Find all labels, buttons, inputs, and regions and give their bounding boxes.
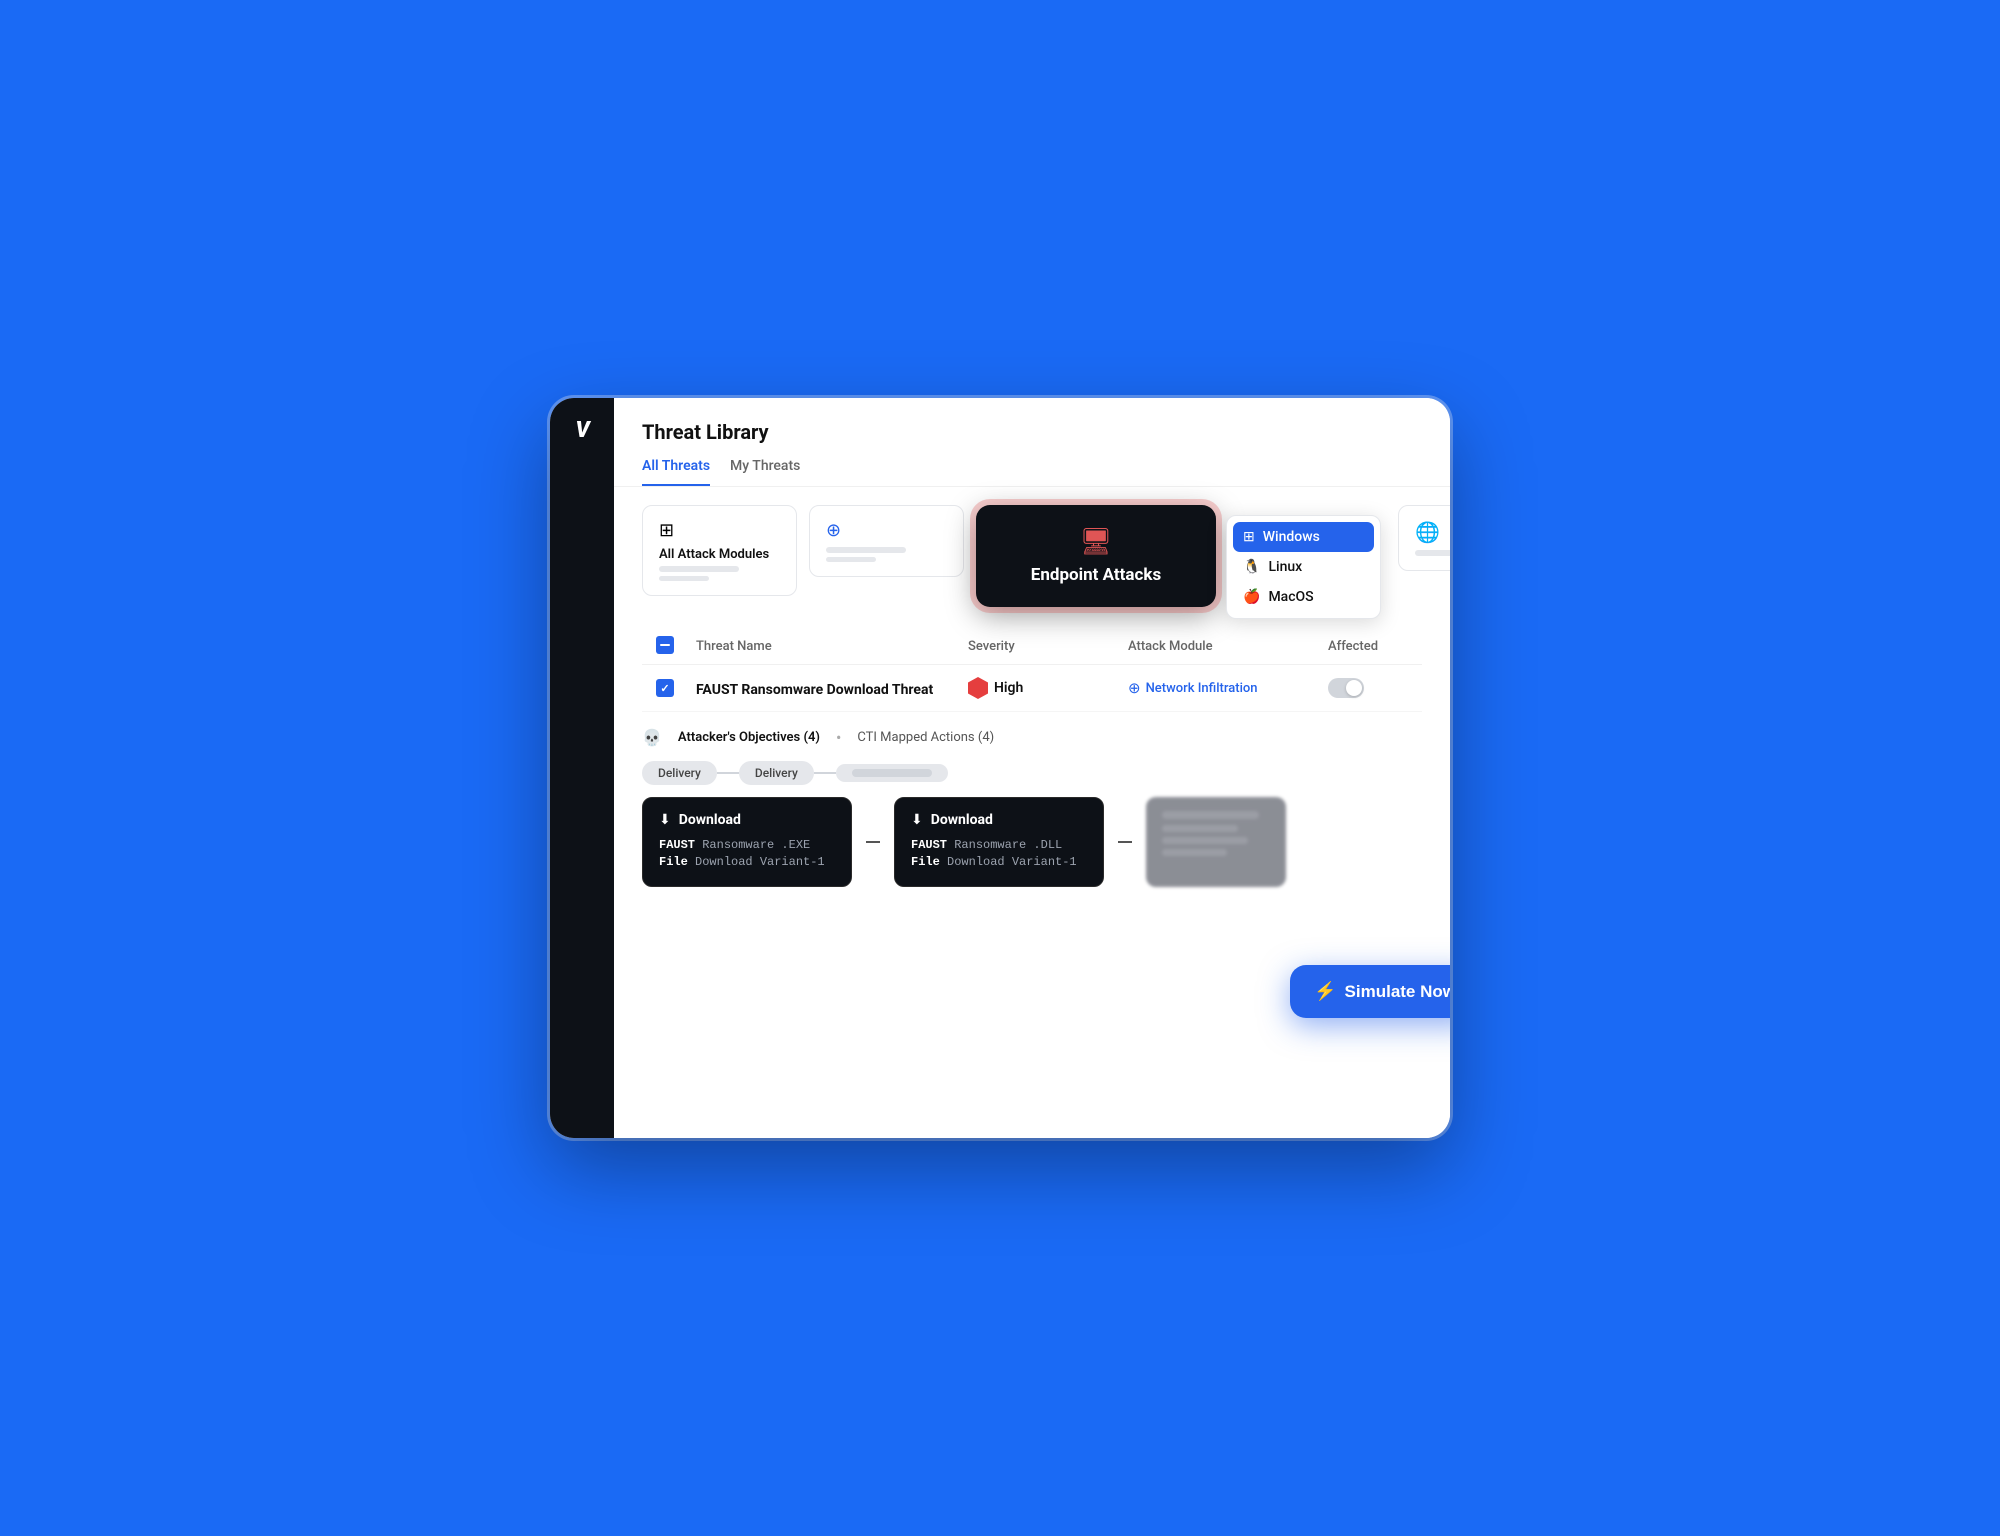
checkmark-icon: ✓ — [660, 682, 669, 695]
simulate-now-button[interactable]: ⚡ Simulate Now — [1290, 965, 1450, 1018]
download-line-2-2: File Download Variant-1 — [911, 855, 1087, 869]
page-header: Threat Library All Threats My Threats — [614, 398, 1450, 487]
cti-text: CTI Mapped Actions (4) — [857, 730, 994, 745]
endpoint-card-wrap: 🖥 Endpoint Attacks ⊞ Windows 🐧 Linux 🍎 — [976, 505, 1216, 607]
filter-card-globe[interactable]: 🌐 — [1398, 505, 1450, 571]
tab-my-threats[interactable]: My Threats — [730, 458, 800, 486]
card-sub-line — [659, 566, 739, 572]
skull-icon: 💀 — [642, 728, 662, 747]
severity-text: High — [994, 680, 1023, 696]
delivery-tag-1: Delivery — [642, 761, 717, 785]
download-card-3-blurred — [1146, 797, 1286, 887]
connector-line-2 — [1118, 841, 1132, 843]
threat-name-cell: FAUST Ransomware Download Threat — [696, 682, 933, 698]
table-row[interactable]: ✓ FAUST Ransomware Download Threat High … — [642, 665, 1422, 712]
download-card-1-header: ⬇ Download — [659, 812, 835, 828]
col-attack-module: Attack Module — [1128, 639, 1213, 654]
apple-icon: 🍎 — [1243, 589, 1260, 605]
download-line-1-2: File Download Variant-1 — [659, 855, 835, 869]
simulate-now-label: Simulate Now — [1345, 982, 1450, 1002]
checkbox-dash — [660, 644, 670, 646]
os-dropdown: ⊞ Windows 🐧 Linux 🍎 MacOS — [1226, 515, 1381, 619]
card-sub-line2 — [659, 576, 709, 581]
col-severity: Severity — [968, 639, 1015, 654]
blur-line-4 — [1162, 849, 1227, 856]
blur-line-1 — [1162, 811, 1259, 819]
affect-toggle[interactable] — [1328, 678, 1364, 698]
table-header: Threat Name Severity Attack Module Affec… — [642, 625, 1422, 665]
network-icon: ⊕ — [1128, 679, 1141, 697]
endpoint-attacks-label: Endpoint Attacks — [1031, 565, 1161, 585]
page-title: Threat Library — [642, 420, 1422, 444]
tabs-bar: All Threats My Threats — [642, 458, 1422, 486]
windows-label: Windows — [1263, 529, 1320, 545]
windows-icon: ⊞ — [1243, 529, 1255, 545]
delivery-tag-3 — [836, 764, 948, 782]
col-affected: Affected — [1328, 639, 1378, 654]
module-text: Network Infiltration — [1146, 681, 1258, 696]
select-all-checkbox[interactable] — [656, 636, 674, 654]
logo: V — [575, 418, 588, 443]
tab-all-threats[interactable]: All Threats — [642, 458, 710, 486]
download-title-2: Download — [931, 812, 993, 828]
connector-2 — [1118, 797, 1132, 887]
grid-icon: ⊞ — [659, 520, 780, 541]
checkbox-header[interactable] — [656, 636, 696, 654]
delivery-tag-2: Delivery — [739, 761, 814, 785]
filter-card-download[interactable]: ⊕ — [809, 505, 964, 577]
filter-row: ⊞ All Attack Modules ⊕ 🖥 Endpoint Attack… — [614, 487, 1450, 625]
dot-separator: • — [836, 728, 841, 747]
all-modules-label: All Attack Modules — [659, 547, 780, 562]
filter-card-endpoint-attacks[interactable]: 🖥 Endpoint Attacks — [976, 505, 1216, 607]
severity-badge: High — [968, 677, 1128, 699]
row-checkbox[interactable]: ✓ — [656, 679, 674, 697]
main-content: Threat Library All Threats My Threats ⊞ … — [614, 398, 1450, 1138]
download-line-2-1: FAUST Ransomware .DLL — [911, 838, 1087, 852]
os-option-windows[interactable]: ⊞ Windows — [1233, 522, 1374, 552]
objectives-bar: 💀 Attacker's Objectives (4) • CTI Mapped… — [642, 728, 1422, 747]
blur-line-2 — [1162, 825, 1238, 832]
connector-1 — [866, 797, 880, 887]
objectives-text: Attacker's Objectives (4) — [678, 730, 820, 745]
severity-hexagon — [968, 677, 988, 699]
linux-label: Linux — [1268, 559, 1302, 575]
download-arrow-icon-2: ⬇ — [911, 812, 923, 828]
row-checkbox-wrap[interactable]: ✓ — [656, 679, 696, 697]
sidebar: V — [550, 398, 614, 1138]
download-card-2-header: ⬇ Download — [911, 812, 1087, 828]
download-card-2[interactable]: ⬇ Download FAUST Ransomware .DLL File Do… — [894, 797, 1104, 887]
download-title-1: Download — [679, 812, 741, 828]
connector-line-1 — [866, 841, 880, 843]
col-threat-name: Threat Name — [696, 639, 772, 654]
linux-icon: 🐧 — [1243, 559, 1260, 575]
threat-table: Threat Name Severity Attack Module Affec… — [614, 625, 1450, 712]
globe-sub-line — [1415, 550, 1450, 556]
filter-card-all-modules[interactable]: ⊞ All Attack Modules — [642, 505, 797, 596]
main-window: V Threat Library All Threats My Threats … — [550, 398, 1450, 1138]
download-module-icon: ⊕ — [826, 520, 947, 541]
macos-label: MacOS — [1268, 589, 1313, 605]
bottom-section: 💀 Attacker's Objectives (4) • CTI Mapped… — [614, 712, 1450, 903]
toggle-knob — [1346, 680, 1362, 696]
module-badge[interactable]: ⊕ Network Infiltration — [1128, 679, 1328, 697]
download-arrow-icon-1: ⬇ — [659, 812, 671, 828]
download-card-1[interactable]: ⬇ Download FAUST Ransomware .EXE File Do… — [642, 797, 852, 887]
download-cards: ⬇ Download FAUST Ransomware .EXE File Do… — [642, 797, 1422, 887]
download-line-1-1: FAUST Ransomware .EXE — [659, 838, 835, 852]
delivery-row: Delivery Delivery — [642, 761, 1422, 785]
blur-line-3 — [1162, 837, 1248, 844]
card-sub-line4 — [826, 557, 876, 562]
bolt-icon: ⚡ — [1314, 981, 1336, 1002]
card-sub-line3 — [826, 547, 906, 553]
os-option-macos[interactable]: 🍎 MacOS — [1233, 582, 1374, 612]
globe-icon: 🌐 — [1415, 520, 1450, 544]
monitor-icon: 🖥 — [1004, 527, 1188, 557]
os-option-linux[interactable]: 🐧 Linux — [1233, 552, 1374, 582]
